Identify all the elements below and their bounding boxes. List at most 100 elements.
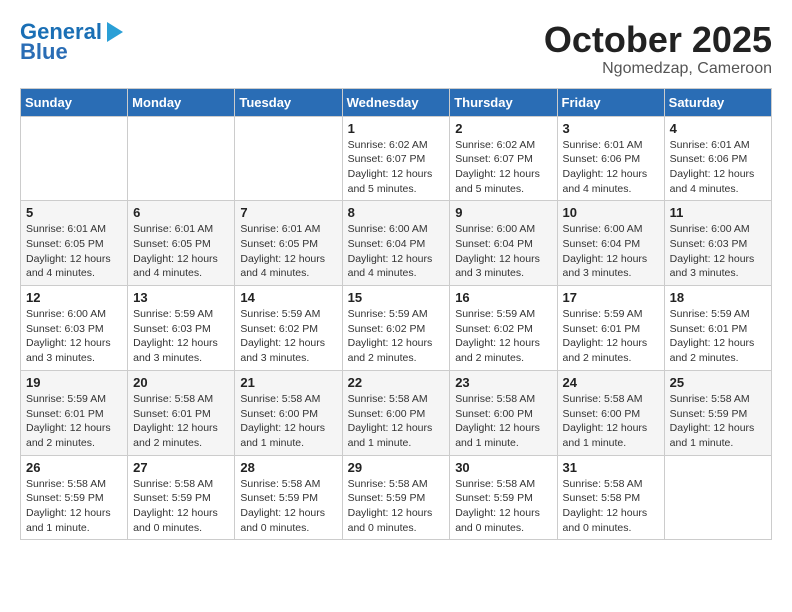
location: Ngomedzap, Cameroon [544,60,772,78]
calendar-week-row: 12 Sunrise: 6:00 AM Sunset: 6:03 PM Dayli… [21,286,772,371]
day-info: Sunrise: 5:58 AM Sunset: 5:58 PM Dayligh… [563,477,659,536]
day-number: 12 [26,290,122,305]
day-number: 9 [455,205,551,220]
day-number: 19 [26,375,122,390]
calendar-cell: 25 Sunrise: 5:58 AM Sunset: 5:59 PM Dayli… [664,370,771,455]
calendar-cell: 4 Sunrise: 6:01 AM Sunset: 6:06 PM Daylig… [664,116,771,201]
calendar-cell: 22 Sunrise: 5:58 AM Sunset: 6:00 PM Dayli… [342,370,450,455]
day-number: 29 [348,460,445,475]
weekday-header-tuesday: Tuesday [235,88,342,116]
logo: General Blue [20,20,123,64]
day-number: 6 [133,205,229,220]
calendar-cell: 6 Sunrise: 6:01 AM Sunset: 6:05 PM Daylig… [128,201,235,286]
calendar-cell: 7Sunrise: 6:01 AM Sunset: 6:05 PM Daylig… [235,201,342,286]
day-info: Sunrise: 5:59 AM Sunset: 6:03 PM Dayligh… [133,307,229,366]
calendar-week-row: 26 Sunrise: 5:58 AM Sunset: 5:59 PM Dayli… [21,455,772,540]
day-info: Sunrise: 5:59 AM Sunset: 6:01 PM Dayligh… [670,307,766,366]
month-title: October 2025 [544,20,772,60]
day-info: Sunrise: 5:58 AM Sunset: 5:59 PM Dayligh… [348,477,445,536]
calendar-cell: 5 Sunrise: 6:01 AM Sunset: 6:05 PM Daylig… [21,201,128,286]
calendar-cell: 30 Sunrise: 5:58 AM Sunset: 5:59 PM Dayli… [450,455,557,540]
calendar-cell: 18 Sunrise: 5:59 AM Sunset: 6:01 PM Dayli… [664,286,771,371]
day-info: Sunrise: 6:00 AM Sunset: 6:04 PM Dayligh… [455,222,551,281]
day-info: Sunrise: 5:58 AM Sunset: 6:00 PM Dayligh… [348,392,445,451]
day-number: 21 [240,375,336,390]
title-section: October 2025 Ngomedzap, Cameroon [544,20,772,78]
day-number: 11 [670,205,766,220]
calendar-cell [664,455,771,540]
calendar-cell: 10Sunrise: 6:00 AM Sunset: 6:04 PM Dayli… [557,201,664,286]
day-number: 24 [563,375,659,390]
calendar-cell: 24Sunrise: 5:58 AM Sunset: 6:00 PM Dayli… [557,370,664,455]
day-info: Sunrise: 5:58 AM Sunset: 6:00 PM Dayligh… [455,392,551,451]
day-info: Sunrise: 5:58 AM Sunset: 5:59 PM Dayligh… [240,477,336,536]
calendar-cell: 15 Sunrise: 5:59 AM Sunset: 6:02 PM Dayli… [342,286,450,371]
day-info: Sunrise: 5:59 AM Sunset: 6:02 PM Dayligh… [240,307,336,366]
day-number: 23 [455,375,551,390]
day-info: Sunrise: 5:59 AM Sunset: 6:02 PM Dayligh… [455,307,551,366]
day-info: Sunrise: 6:00 AM Sunset: 6:03 PM Dayligh… [26,307,122,366]
weekday-header-monday: Monday [128,88,235,116]
calendar-table: SundayMondayTuesdayWednesdayThursdayFrid… [20,88,772,541]
day-number: 15 [348,290,445,305]
weekday-header-friday: Friday [557,88,664,116]
calendar-cell [21,116,128,201]
day-number: 14 [240,290,336,305]
day-number: 13 [133,290,229,305]
day-info: Sunrise: 5:59 AM Sunset: 6:02 PM Dayligh… [348,307,445,366]
day-info: Sunrise: 5:58 AM Sunset: 5:59 PM Dayligh… [670,392,766,451]
day-number: 2 [455,121,551,136]
day-number: 31 [563,460,659,475]
day-info: Sunrise: 6:01 AM Sunset: 6:06 PM Dayligh… [670,138,766,197]
day-number: 4 [670,121,766,136]
day-number: 16 [455,290,551,305]
day-number: 22 [348,375,445,390]
calendar-cell: 29 Sunrise: 5:58 AM Sunset: 5:59 PM Dayli… [342,455,450,540]
day-info: Sunrise: 6:01 AM Sunset: 6:05 PM Dayligh… [240,222,336,281]
day-number: 28 [240,460,336,475]
day-info: Sunrise: 5:58 AM Sunset: 6:01 PM Dayligh… [133,392,229,451]
calendar-cell: 28 Sunrise: 5:58 AM Sunset: 5:59 PM Dayli… [235,455,342,540]
calendar-cell: 11 Sunrise: 6:00 AM Sunset: 6:03 PM Dayli… [664,201,771,286]
weekday-header-wednesday: Wednesday [342,88,450,116]
day-number: 5 [26,205,122,220]
calendar-cell: 27Sunrise: 5:58 AM Sunset: 5:59 PM Dayli… [128,455,235,540]
day-info: Sunrise: 5:58 AM Sunset: 5:59 PM Dayligh… [455,477,551,536]
day-info: Sunrise: 6:01 AM Sunset: 6:05 PM Dayligh… [133,222,229,281]
calendar-cell [235,116,342,201]
weekday-header-sunday: Sunday [21,88,128,116]
calendar-week-row: 1Sunrise: 6:02 AM Sunset: 6:07 PM Daylig… [21,116,772,201]
calendar-cell: 2 Sunrise: 6:02 AM Sunset: 6:07 PM Daylig… [450,116,557,201]
day-number: 20 [133,375,229,390]
day-info: Sunrise: 6:02 AM Sunset: 6:07 PM Dayligh… [455,138,551,197]
day-number: 30 [455,460,551,475]
day-info: Sunrise: 5:58 AM Sunset: 5:59 PM Dayligh… [26,477,122,536]
day-number: 27 [133,460,229,475]
day-number: 25 [670,375,766,390]
calendar-week-row: 19Sunrise: 5:59 AM Sunset: 6:01 PM Dayli… [21,370,772,455]
calendar-header-row: SundayMondayTuesdayWednesdayThursdayFrid… [21,88,772,116]
calendar-cell: 20 Sunrise: 5:58 AM Sunset: 6:01 PM Dayli… [128,370,235,455]
calendar-cell: 21Sunrise: 5:58 AM Sunset: 6:00 PM Dayli… [235,370,342,455]
day-number: 26 [26,460,122,475]
day-info: Sunrise: 6:01 AM Sunset: 6:06 PM Dayligh… [563,138,659,197]
calendar-cell: 13 Sunrise: 5:59 AM Sunset: 6:03 PM Dayli… [128,286,235,371]
calendar-cell: 9 Sunrise: 6:00 AM Sunset: 6:04 PM Daylig… [450,201,557,286]
day-number: 3 [563,121,659,136]
calendar-cell: 31 Sunrise: 5:58 AM Sunset: 5:58 PM Dayli… [557,455,664,540]
calendar-cell: 1Sunrise: 6:02 AM Sunset: 6:07 PM Daylig… [342,116,450,201]
page-header: General Blue October 2025 Ngomedzap, Cam… [20,20,772,78]
day-info: Sunrise: 5:59 AM Sunset: 6:01 PM Dayligh… [563,307,659,366]
day-info: Sunrise: 6:00 AM Sunset: 6:03 PM Dayligh… [670,222,766,281]
calendar-cell: 26 Sunrise: 5:58 AM Sunset: 5:59 PM Dayli… [21,455,128,540]
day-info: Sunrise: 6:01 AM Sunset: 6:05 PM Dayligh… [26,222,122,281]
calendar-cell: 14 Sunrise: 5:59 AM Sunset: 6:02 PM Dayli… [235,286,342,371]
logo-blue: Blue [20,40,68,64]
day-number: 10 [563,205,659,220]
calendar-cell: 16 Sunrise: 5:59 AM Sunset: 6:02 PM Dayli… [450,286,557,371]
calendar-cell: 8Sunrise: 6:00 AM Sunset: 6:04 PM Daylig… [342,201,450,286]
day-info: Sunrise: 6:02 AM Sunset: 6:07 PM Dayligh… [348,138,445,197]
calendar-cell: 3 Sunrise: 6:01 AM Sunset: 6:06 PM Daylig… [557,116,664,201]
day-number: 18 [670,290,766,305]
day-number: 8 [348,205,445,220]
